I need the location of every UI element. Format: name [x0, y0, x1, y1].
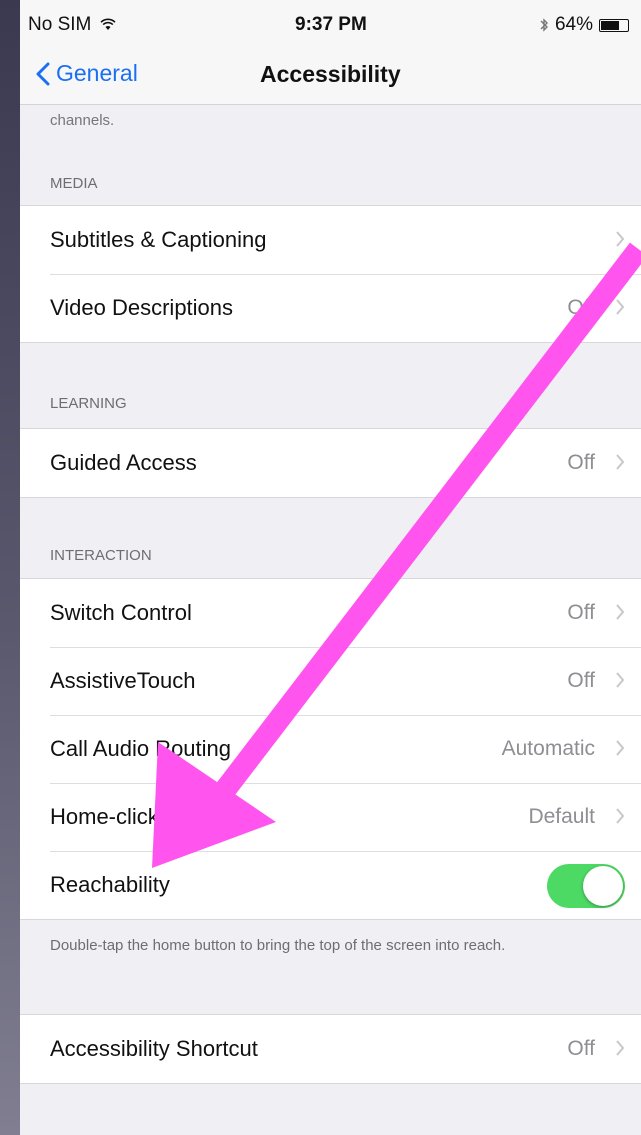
status-time: 9:37 PM [295, 14, 367, 35]
row-label: Home-click Speed [50, 804, 229, 829]
section-header-interaction: INTERACTION [50, 547, 152, 564]
interaction-group: Switch Control Off AssistiveTouch Off Ca… [20, 578, 641, 920]
carrier: No SIM [28, 14, 116, 36]
section-header-learning: LEARNING [50, 395, 127, 412]
chevron-right-icon [616, 604, 625, 620]
battery-fill [601, 20, 619, 30]
row-label: Subtitles & Captioning [50, 227, 267, 252]
row-value: Automatic [501, 737, 595, 760]
accessibility-shortcut-row[interactable]: Accessibility Shortcut Off [20, 1015, 641, 1083]
call-audio-routing-row[interactable]: Call Audio Routing Automatic [20, 715, 641, 783]
row-value: Off [567, 1037, 595, 1060]
row-value: Off [567, 296, 595, 319]
chevron-right-icon [616, 231, 625, 247]
chevron-left-icon [36, 62, 50, 85]
row-value: Off [567, 669, 595, 692]
video-descriptions-row[interactable]: Video Descriptions Off [20, 274, 641, 342]
wifi-icon [100, 18, 116, 30]
chevron-right-icon [616, 299, 625, 315]
row-label: AssistiveTouch [50, 668, 196, 693]
carrier-label: No SIM [28, 14, 92, 35]
bluetooth-icon [540, 18, 548, 32]
home-click-speed-row[interactable]: Home-click Speed Default [20, 783, 641, 851]
shortcut-group: Accessibility Shortcut Off [20, 1014, 641, 1084]
back-label: General [56, 60, 138, 86]
chevron-right-icon [616, 740, 625, 756]
reachability-row: Reachability [20, 851, 641, 919]
row-label: Reachability [50, 872, 170, 897]
switch-control-row[interactable]: Switch Control Off [20, 579, 641, 647]
guided-access-row[interactable]: Guided Access Off [20, 429, 641, 497]
back-button[interactable]: General [36, 60, 138, 87]
toggle-knob [583, 866, 623, 906]
row-label: Call Audio Routing [50, 736, 232, 761]
settings-screen: No SIM 9:37 PM 64% General Accessibility… [20, 0, 641, 1135]
row-value: Off [567, 451, 595, 474]
row-label: Guided Access [50, 450, 197, 475]
navigation-bar: General Accessibility [20, 48, 641, 105]
row-label: Switch Control [50, 600, 192, 625]
chevron-right-icon [616, 454, 625, 470]
top-footnote: channels. [50, 112, 115, 129]
battery-percent: 64% [554, 14, 593, 35]
row-value: Off [567, 601, 595, 624]
chevron-right-icon [616, 672, 625, 688]
reachability-toggle[interactable] [547, 864, 625, 908]
subtitles-captioning-row[interactable]: Subtitles & Captioning [20, 206, 641, 274]
learning-group: Guided Access Off [20, 428, 641, 498]
row-label: Video Descriptions [50, 295, 234, 320]
assistivetouch-row[interactable]: AssistiveTouch Off [20, 647, 641, 715]
battery-icon [599, 18, 629, 32]
row-label: Accessibility Shortcut [50, 1036, 258, 1061]
battery-status: 64% [539, 14, 629, 36]
section-header-media: MEDIA [50, 175, 98, 192]
reachability-footer: Double-tap the home button to bring the … [50, 937, 506, 954]
chevron-right-icon [616, 1040, 625, 1056]
media-group: Subtitles & Captioning Video Description… [20, 205, 641, 343]
status-bar: No SIM 9:37 PM 64% [20, 0, 641, 48]
page-title: Accessibility [260, 61, 401, 87]
chevron-right-icon [616, 808, 625, 824]
row-value: Default [528, 805, 595, 828]
